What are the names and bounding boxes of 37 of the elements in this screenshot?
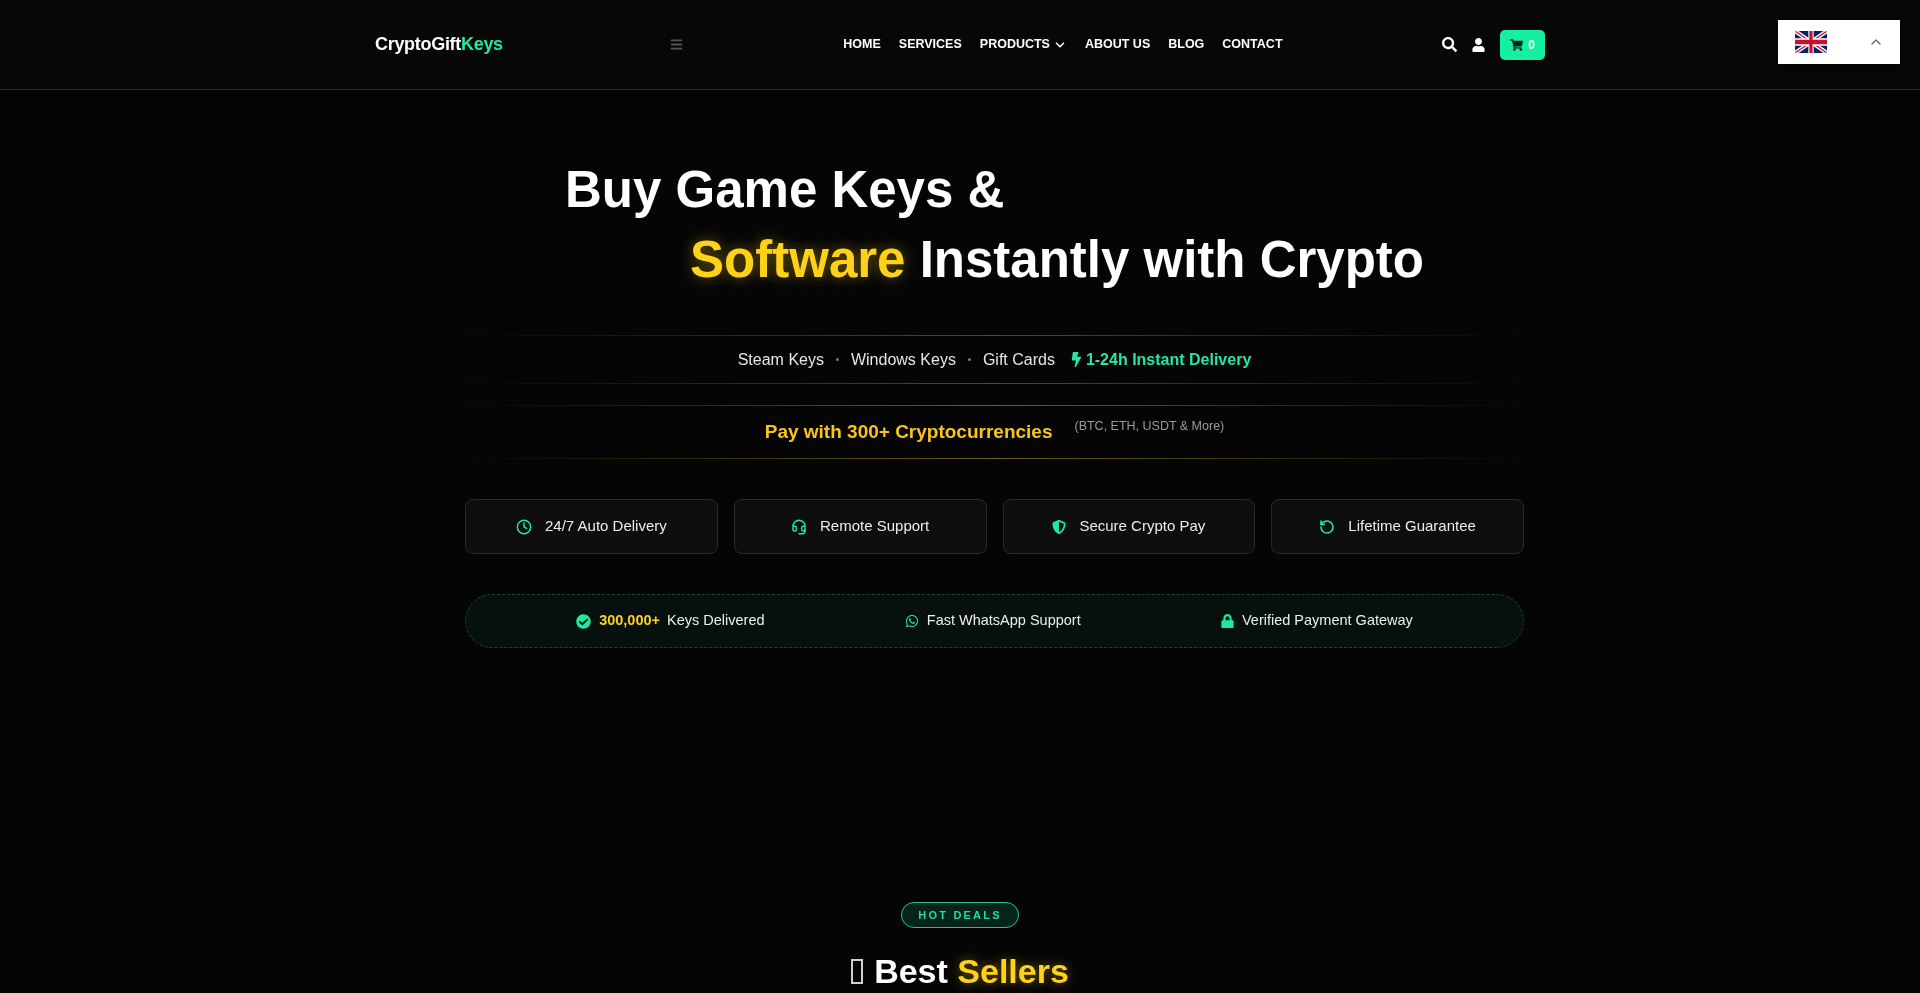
feature-label: Lifetime Guarantee [1348, 516, 1476, 537]
category-label: Steam Keys [737, 349, 824, 370]
user-icon[interactable] [1472, 37, 1485, 52]
feature-label: Remote Support [820, 516, 930, 537]
stat-text: Fast WhatsApp Support [926, 611, 1081, 631]
category-label: Gift Cards [982, 349, 1055, 370]
empty-box-icon [851, 958, 864, 984]
feature-label: Secure Crypto Pay [1079, 516, 1206, 537]
nav-link[interactable]: PRODUCTS [979, 35, 1067, 54]
undo-arrow-icon [1319, 518, 1336, 535]
nav-link[interactable]: BLOG [1168, 35, 1205, 54]
nav-link[interactable]: ABOUT US [1084, 35, 1151, 54]
stat-text: Verified Payment Gateway [1241, 611, 1413, 631]
hero-headline: Buy Game Keys & Software Instantly with Crypto [564, 160, 1425, 290]
search-icon[interactable] [1442, 37, 1457, 52]
clock-icon [516, 518, 532, 535]
whatsapp-icon [904, 614, 919, 628]
headset-icon [791, 518, 807, 535]
shield-icon [1052, 518, 1067, 535]
payment-note: (BTC, ETH, USDT & More) [1074, 417, 1225, 435]
feature-label: 24/7 Auto Delivery [545, 516, 667, 537]
category-label: Windows Keys [850, 349, 956, 370]
payment-headline: Pay with 300+ Cryptocurrencies [764, 419, 1053, 444]
uk-flag-icon [1795, 31, 1827, 53]
stat-text: 300,000+ Keys Delivered [599, 611, 765, 631]
nav-link[interactable]: CONTACT [1222, 35, 1283, 54]
cart-icon [1510, 38, 1524, 51]
section-badge: HOT DEALS [901, 902, 1019, 928]
site-logo[interactable]: CryptoGiftKeys [375, 31, 503, 58]
delivery-label: 1-24h Instant Delivery [1085, 349, 1252, 370]
menu-icon[interactable] [668, 38, 684, 51]
lightning-icon [1070, 352, 1082, 367]
nav-link[interactable]: HOME [843, 35, 881, 54]
lock-icon [1220, 614, 1234, 628]
section-title: Best Sellers [874, 951, 1069, 991]
nav-link[interactable]: SERVICES [898, 35, 962, 54]
language-selector[interactable] [1778, 20, 1900, 64]
